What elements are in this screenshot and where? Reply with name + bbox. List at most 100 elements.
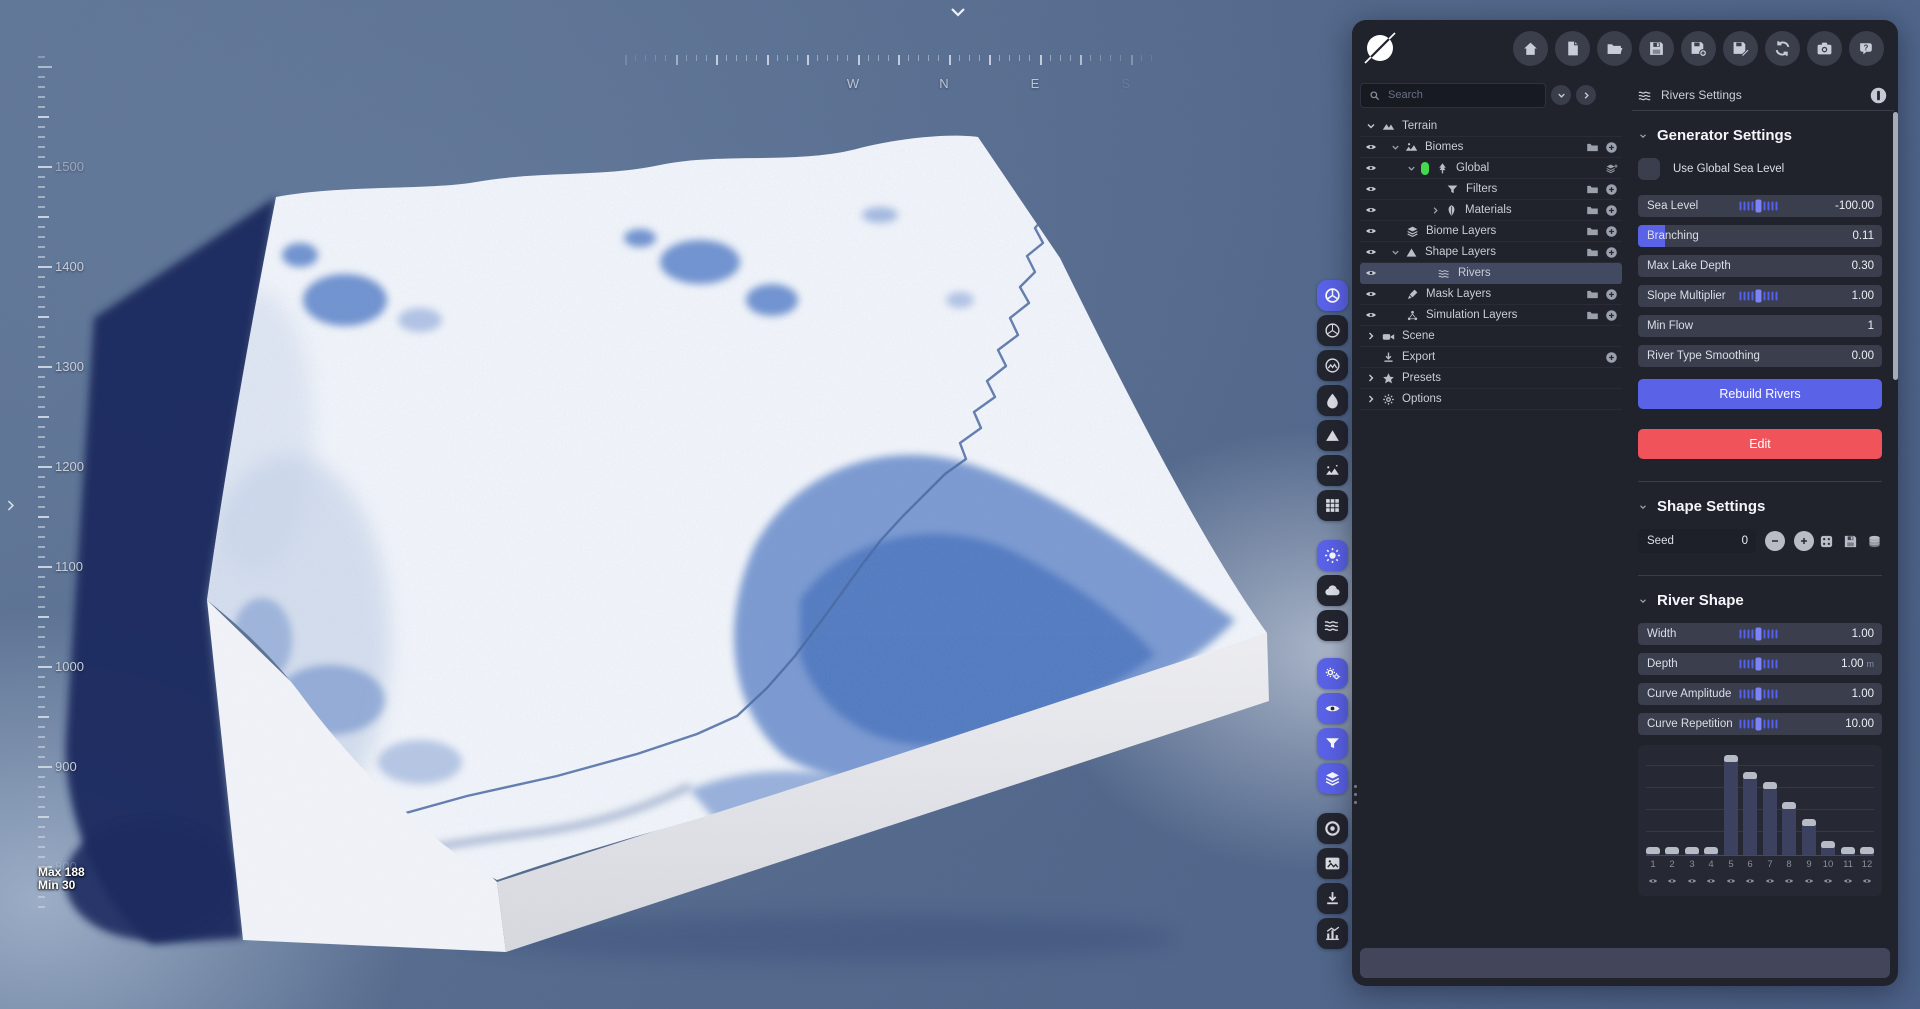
add-button[interactable] [1605,246,1618,259]
rebuild-rivers-button[interactable]: Rebuild Rivers [1638,379,1882,409]
tree-item-biome-layers[interactable]: Biome Layers [1360,221,1622,242]
eye-icon[interactable] [1365,225,1377,237]
bar-visibility-toggle[interactable] [1704,876,1718,886]
tree-item-scene[interactable]: Scene [1360,326,1622,347]
grid-view-button[interactable] [1317,490,1348,521]
section-heading-generator-settings[interactable]: Generator Settings [1638,127,1882,144]
save-as-button[interactable] [1681,31,1716,66]
param-value[interactable]: 1.00 [1852,628,1874,640]
save-button[interactable] [1639,31,1674,66]
value-scrubber[interactable] [1739,687,1778,701]
record-button-button[interactable] [1317,813,1348,844]
histogram-bar[interactable] [1743,772,1757,855]
planet-view-button[interactable] [1317,350,1348,381]
param-curve-amplitude[interactable]: Curve Amplitude 1.00 [1638,683,1882,705]
value-scrubber[interactable] [1739,199,1778,213]
home-button[interactable] [1513,31,1548,66]
bar-visibility-toggle[interactable] [1685,876,1699,886]
bar-visibility-toggle[interactable] [1665,876,1679,886]
histogram-bar[interactable] [1724,755,1738,855]
histogram-bar[interactable] [1821,841,1835,855]
param-value[interactable]: 0.00 [1852,350,1874,362]
new-file-button[interactable] [1555,31,1590,66]
tree-item-mask-layers[interactable]: Mask Layers [1360,284,1622,305]
expand-button[interactable] [1576,85,1596,105]
bar-visibility-toggle[interactable] [1821,876,1835,886]
histogram-bar[interactable] [1860,847,1874,855]
use-global-sea-level-checkbox[interactable] [1638,158,1660,180]
tree-item-simulation-layers[interactable]: Simulation Layers [1360,305,1622,326]
seed-decrement-button[interactable] [1765,531,1785,551]
group-button[interactable] [1586,288,1599,301]
bar-visibility-toggle[interactable] [1743,876,1757,886]
param-min-flow[interactable]: Min Flow 1 [1638,315,1882,337]
help-button[interactable]: ? [1849,31,1884,66]
eye-icon[interactable] [1365,246,1377,258]
add-button[interactable] [1605,288,1618,301]
chev-right-icon[interactable] [1365,393,1377,405]
panel-toggle-icon[interactable] [1869,86,1888,105]
layers-toggle-button[interactable] [1317,763,1348,794]
eye-icon[interactable] [1365,309,1377,321]
chev-right-icon[interactable] [1365,372,1377,384]
erosion-view-button[interactable] [1317,385,1348,416]
section-heading-river-shape[interactable]: River Shape [1638,592,1882,609]
param-value[interactable]: 0.11 [1852,230,1874,242]
tree-item-options[interactable]: Options [1360,389,1622,410]
edit-button[interactable]: Edit [1638,429,1882,459]
eye-icon[interactable] [1365,204,1377,216]
param-curve-repetition[interactable]: Curve Repetition 10.00 [1638,713,1882,735]
histogram-bar[interactable] [1782,802,1796,855]
group-button[interactable] [1586,309,1599,322]
section-heading-shape-settings[interactable]: Shape Settings [1638,498,1882,515]
tree-item-biomes[interactable]: Biomes [1360,137,1622,158]
bar-visibility-toggle[interactable] [1841,876,1855,886]
clouds-toggle-button[interactable] [1317,575,1348,606]
add-button[interactable] [1605,183,1618,196]
histogram-bar[interactable] [1704,847,1718,855]
value-scrubber[interactable] [1739,657,1778,671]
histogram-bar[interactable] [1646,847,1660,855]
seed-input[interactable]: Seed 0 [1638,529,1756,553]
lighting-toggle-button[interactable] [1317,540,1348,571]
group-button[interactable] [1586,141,1599,154]
add-button[interactable] [1605,141,1618,154]
snapshot-button-button[interactable] [1317,848,1348,879]
eye-icon[interactable] [1365,141,1377,153]
histogram-bar[interactable] [1802,819,1816,855]
export-button-button[interactable] [1317,883,1348,914]
param-value[interactable]: 0.30 [1852,260,1874,272]
add-button[interactable] [1605,351,1618,364]
compass[interactable]: WNES [600,0,1180,100]
search-field[interactable] [1386,88,1520,102]
histogram-bar[interactable] [1685,847,1699,855]
param-value[interactable]: 1.00 [1852,688,1874,700]
param-slope-multiplier[interactable]: Slope Multiplier 1.00 [1638,285,1882,307]
chev-down-icon[interactable] [1365,120,1377,132]
statistics-button-button[interactable] [1317,918,1348,949]
value-scrubber[interactable] [1739,289,1778,303]
group-button[interactable] [1586,246,1599,259]
histogram-bar[interactable] [1763,782,1777,855]
rocks-view-button[interactable] [1317,455,1348,486]
settings-scrollbar[interactable] [1893,112,1898,380]
add-button[interactable] [1605,309,1618,322]
save-icon[interactable] [1843,534,1858,549]
bar-visibility-toggle[interactable] [1782,876,1796,886]
value-scrubber[interactable] [1739,717,1778,731]
eye-icon[interactable] [1365,267,1377,279]
histogram-bar[interactable] [1665,847,1679,855]
bar-visibility-toggle[interactable] [1724,876,1738,886]
param-river-type-smoothing[interactable]: River Type Smoothing 0.00 [1638,345,1882,367]
bar-visibility-toggle[interactable] [1646,876,1660,886]
group-button[interactable] [1586,183,1599,196]
auto-rebuild-toggle-button[interactable] [1317,658,1348,689]
param-value[interactable]: 1.00 [1841,658,1863,670]
visibility-toggle-button[interactable] [1317,693,1348,724]
group-button[interactable] [1586,225,1599,238]
bar-visibility-toggle[interactable] [1802,876,1816,886]
screenshot-button[interactable] [1807,31,1842,66]
collapse-all-button[interactable] [1551,85,1571,105]
filter-toggle-button[interactable] [1317,728,1348,759]
dice-icon[interactable] [1819,534,1834,549]
